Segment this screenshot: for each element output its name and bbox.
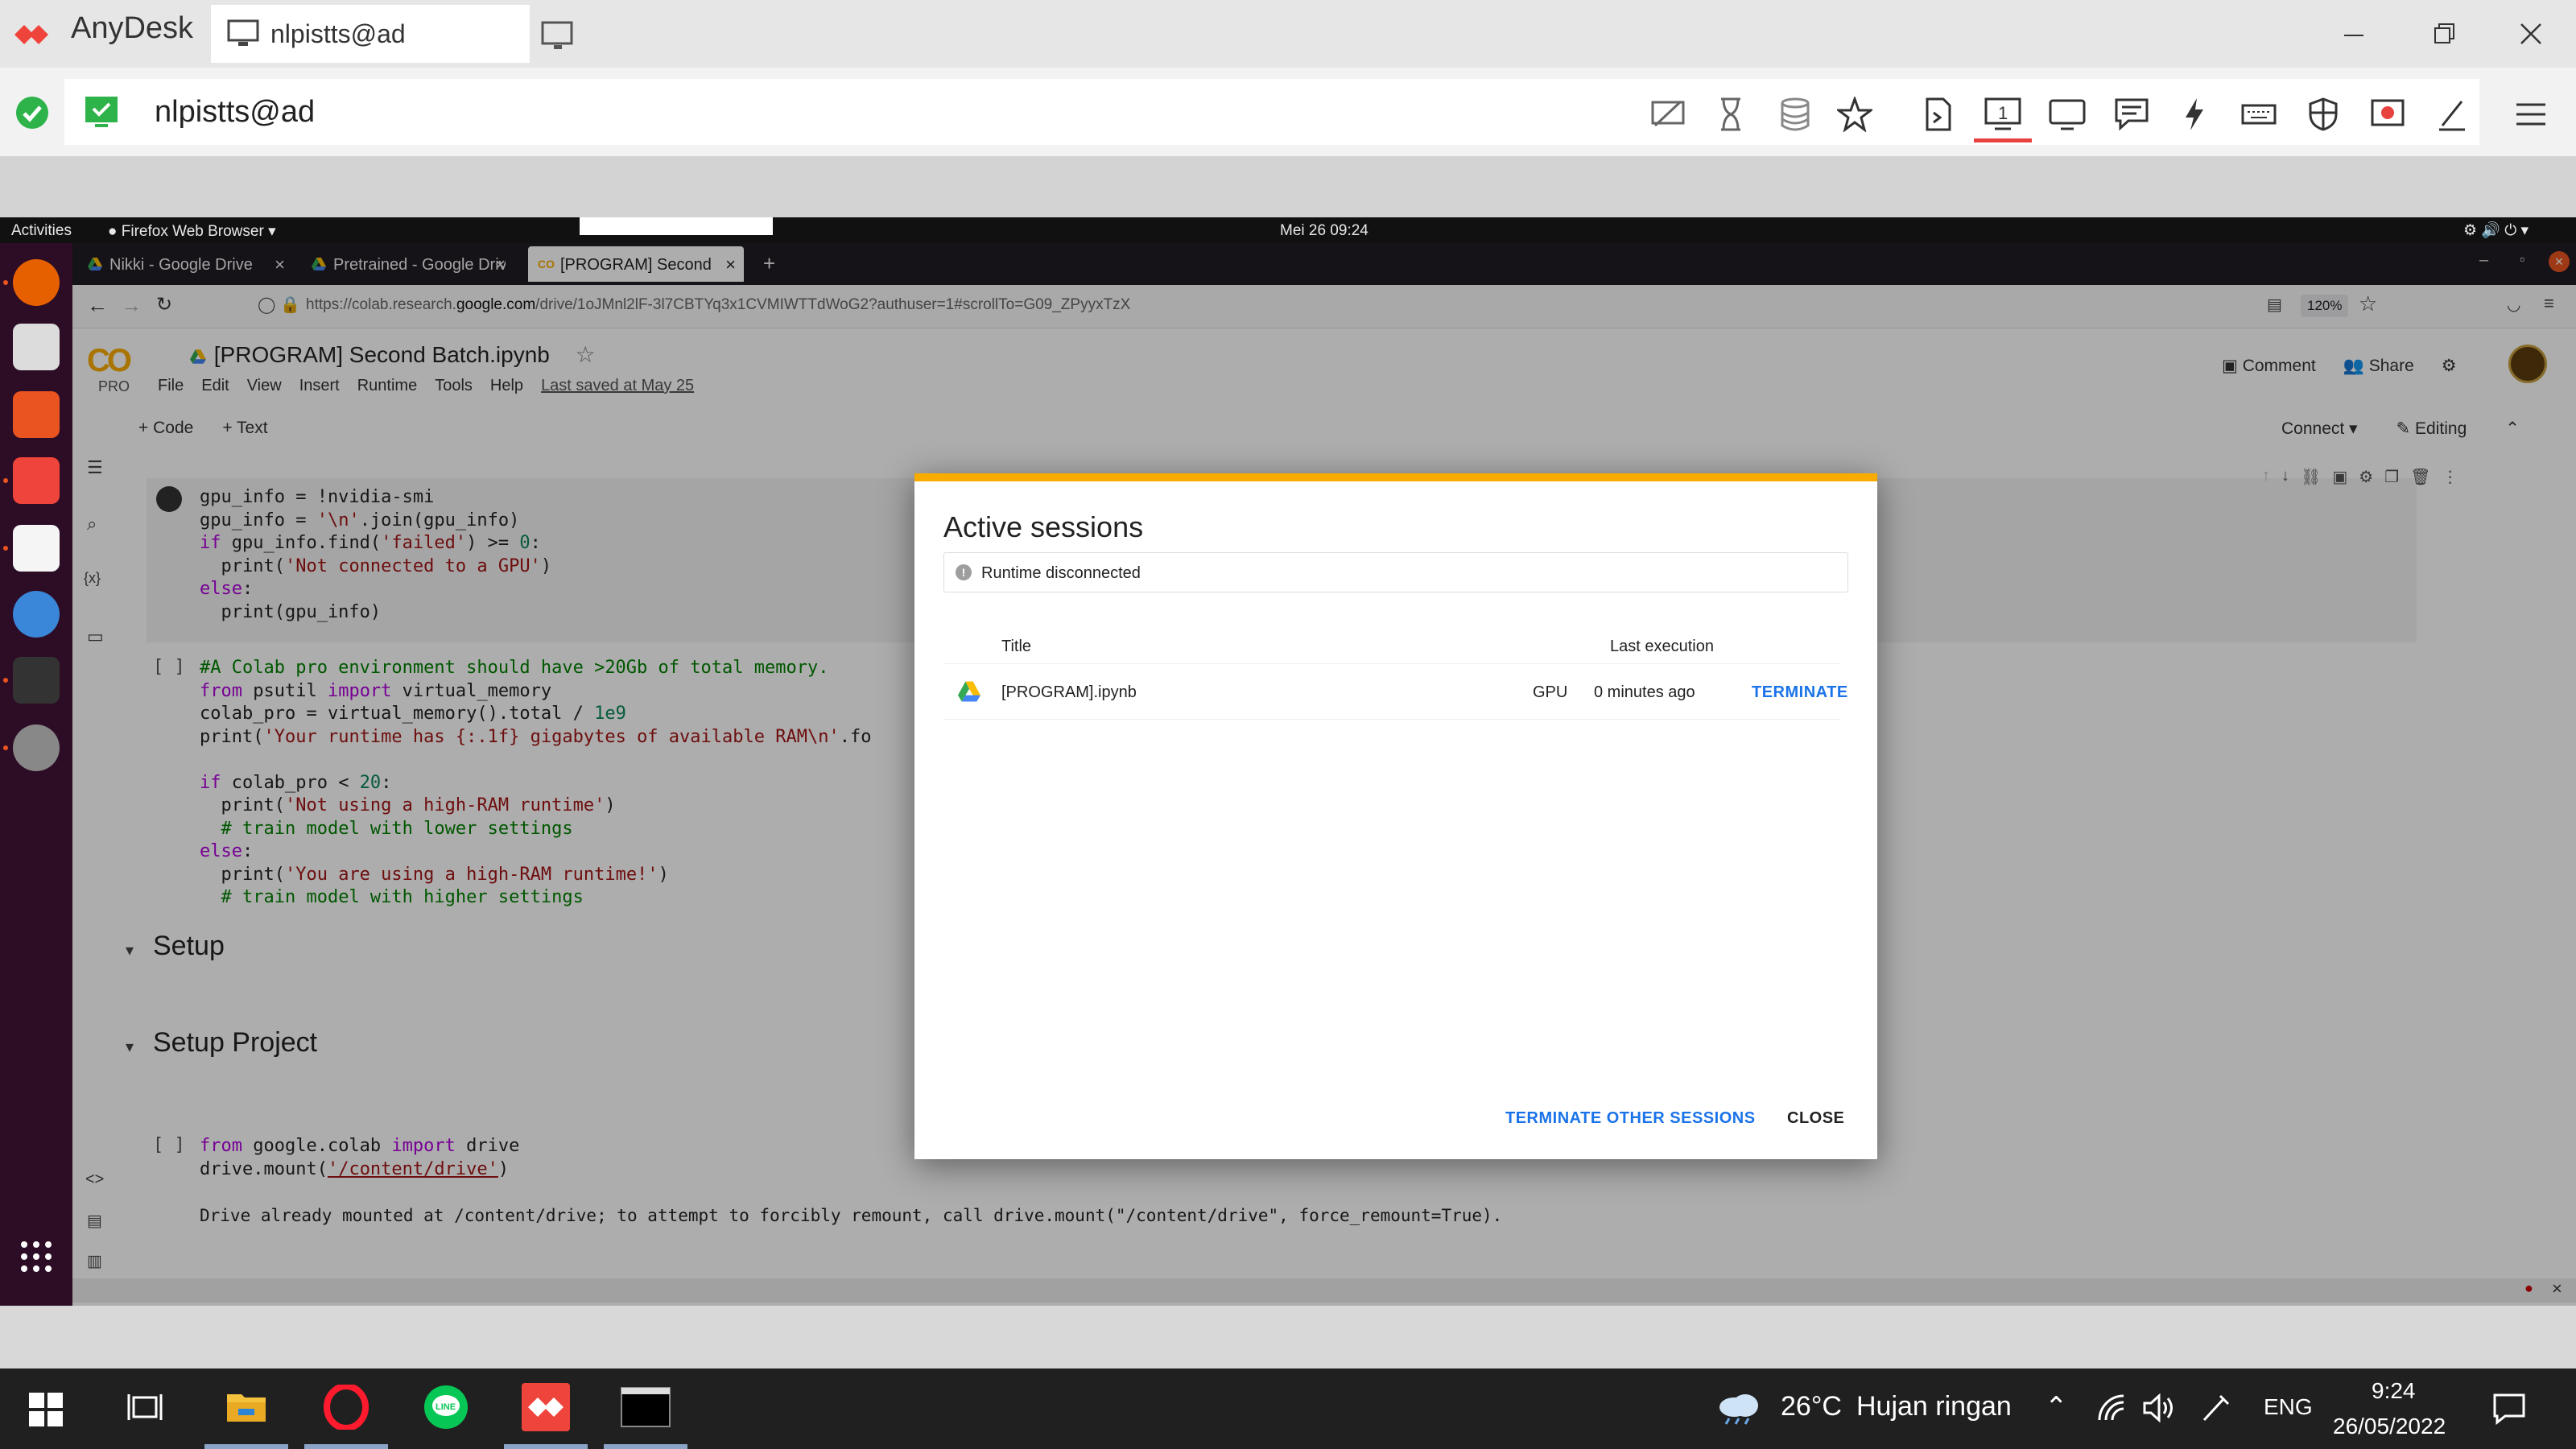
opera-icon[interactable] bbox=[320, 1381, 372, 1433]
running-app-indicator bbox=[204, 1444, 288, 1449]
volume-icon[interactable] bbox=[2143, 1393, 2177, 1423]
column-last-execution: Last execution bbox=[1610, 638, 1714, 655]
hourglass-icon[interactable] bbox=[1710, 93, 1752, 135]
taskbar-date[interactable]: 26/05/2022 bbox=[2333, 1414, 2446, 1439]
windows-taskbar: LINE 26°C Hujan ringan ⌃ ENG 9:24 26/05/… bbox=[0, 1368, 2576, 1449]
connected-check-icon bbox=[16, 97, 48, 129]
anydesk-brand: AnyDesk bbox=[71, 11, 194, 45]
help-icon[interactable] bbox=[13, 591, 60, 638]
privacy-mode-icon[interactable] bbox=[1647, 93, 1689, 135]
session-accelerator: GPU bbox=[1533, 683, 1568, 701]
anydesk-titlebar: AnyDesk nlpistts@ad bbox=[0, 0, 2576, 68]
sessions-table-header: Title Last execution bbox=[943, 631, 1840, 660]
record-icon[interactable] bbox=[2367, 93, 2409, 135]
windows-start-icon[interactable] bbox=[29, 1393, 63, 1426]
anydesk-logo-icon bbox=[14, 25, 48, 44]
remote-desktop[interactable]: Activities ● Firefox Web Browser ▾ Mei 2… bbox=[0, 217, 2576, 1306]
anydesk-taskbar-icon[interactable] bbox=[520, 1381, 572, 1433]
running-indicator bbox=[3, 678, 8, 683]
dialog-title: Active sessions bbox=[943, 510, 1144, 543]
session-name[interactable]: [PROGRAM].ipynb bbox=[1001, 683, 1137, 702]
notice-text: Runtime disconnected bbox=[981, 564, 1141, 582]
terminate-button[interactable]: TERMINATE bbox=[1752, 683, 1848, 702]
anydesk-bottom-margin bbox=[0, 1306, 2576, 1368]
pen-icon[interactable] bbox=[2431, 93, 2473, 135]
pen-workspace-icon[interactable] bbox=[2199, 1393, 2231, 1425]
anydesk-tab-label: nlpistts@ad bbox=[270, 19, 406, 48]
close-button[interactable]: CLOSE bbox=[1787, 1109, 1844, 1128]
terminal-taskbar-icon[interactable] bbox=[620, 1381, 671, 1433]
close-window-icon[interactable] bbox=[2515, 18, 2547, 50]
wifi-icon[interactable] bbox=[2096, 1393, 2127, 1423]
show-apps-grid-icon[interactable] bbox=[19, 1240, 53, 1274]
file-transfer-icon[interactable] bbox=[1918, 93, 1959, 135]
running-indicator bbox=[3, 745, 8, 750]
info-icon: ! bbox=[956, 564, 972, 580]
running-app-indicator bbox=[504, 1444, 588, 1449]
disc-icon[interactable] bbox=[13, 724, 60, 771]
table-row: [PROGRAM].ipynb GPU 0 minutes ago TERMIN… bbox=[943, 663, 1847, 720]
ubuntu-dock bbox=[0, 243, 72, 1306]
active-tool-indicator bbox=[1974, 138, 2032, 142]
star-icon[interactable] bbox=[1834, 93, 1876, 135]
database-icon[interactable] bbox=[1774, 93, 1816, 135]
anydesk-dock-icon[interactable] bbox=[13, 457, 60, 504]
svg-text:1: 1 bbox=[1998, 103, 2008, 123]
svg-text:LINE: LINE bbox=[436, 1402, 456, 1412]
column-title: Title bbox=[1001, 638, 1032, 655]
line-app-icon[interactable]: LINE bbox=[420, 1381, 472, 1433]
notification-center-icon[interactable] bbox=[2492, 1393, 2526, 1425]
active-sessions-dialog: Active sessions ! Runtime disconnected T… bbox=[914, 473, 1877, 1159]
shield-icon[interactable] bbox=[2302, 93, 2344, 135]
firefox-window: Nikki - Google Drive × Pretrained - Goog… bbox=[72, 243, 2576, 1306]
weather-rain-cloud-icon[interactable] bbox=[1715, 1389, 1763, 1425]
terminal-icon[interactable] bbox=[13, 657, 60, 704]
gnome-clock[interactable]: Mei 26 09:24 bbox=[1280, 222, 1368, 240]
task-view-icon[interactable] bbox=[119, 1381, 171, 1433]
anydesk-session-tab[interactable]: nlpistts@ad bbox=[211, 5, 530, 63]
new-session-icon[interactable] bbox=[541, 19, 576, 52]
weather-temperature[interactable]: 26°C bbox=[1781, 1391, 1842, 1422]
display-icon[interactable] bbox=[2046, 93, 2088, 135]
input-language[interactable]: ENG bbox=[2264, 1394, 2313, 1420]
chat-icon[interactable] bbox=[2111, 93, 2153, 135]
google-drive-icon bbox=[958, 681, 980, 702]
running-app-indicator bbox=[604, 1444, 687, 1449]
hamburger-menu-icon[interactable] bbox=[2510, 93, 2552, 135]
running-indicator bbox=[3, 546, 8, 551]
terminate-other-sessions-button[interactable]: TERMINATE OTHER SESSIONS bbox=[1505, 1109, 1756, 1128]
firefox-icon[interactable] bbox=[13, 259, 60, 306]
screen-check-icon bbox=[85, 97, 118, 127]
restore-icon[interactable] bbox=[2428, 18, 2460, 50]
tray-overflow-chevron-icon[interactable]: ⌃ bbox=[2045, 1391, 2068, 1423]
taskbar-time[interactable]: 9:24 bbox=[2372, 1378, 2416, 1404]
anydesk-address-label: nlpistts@ad bbox=[155, 95, 316, 129]
weather-description[interactable]: Hujan ringan bbox=[1856, 1391, 2012, 1422]
app-menu[interactable]: ● Firefox Web Browser ▾ bbox=[108, 222, 276, 241]
software-center-icon[interactable] bbox=[13, 391, 60, 438]
monitor-1-icon[interactable]: 1 bbox=[1982, 93, 2024, 135]
running-indicator bbox=[3, 478, 8, 483]
running-app-indicator bbox=[304, 1444, 388, 1449]
gnome-overlay-bar bbox=[580, 217, 773, 235]
monitor-icon bbox=[227, 19, 259, 46]
text-editor-icon[interactable] bbox=[13, 525, 60, 572]
file-explorer-icon[interactable] bbox=[221, 1381, 272, 1433]
activities-button[interactable]: Activities bbox=[11, 222, 72, 240]
keyboard-icon[interactable] bbox=[2238, 93, 2280, 135]
app-menu-label: Firefox Web Browser bbox=[121, 223, 264, 240]
session-last-execution: 0 minutes ago bbox=[1594, 683, 1695, 701]
lightning-icon[interactable] bbox=[2174, 93, 2215, 135]
minimize-icon[interactable] bbox=[2338, 18, 2370, 50]
running-indicator bbox=[3, 280, 8, 285]
dialog-accent-bar bbox=[914, 473, 1877, 481]
runtime-notice: ! Runtime disconnected bbox=[943, 552, 1848, 592]
anydesk-viewport-margin bbox=[0, 156, 2576, 217]
system-tray[interactable]: ⚙ 🔊 ⏻ ▾ bbox=[2463, 221, 2529, 240]
files-icon[interactable] bbox=[13, 324, 60, 370]
gnome-top-bar: Activities ● Firefox Web Browser ▾ Mei 2… bbox=[0, 217, 2576, 243]
